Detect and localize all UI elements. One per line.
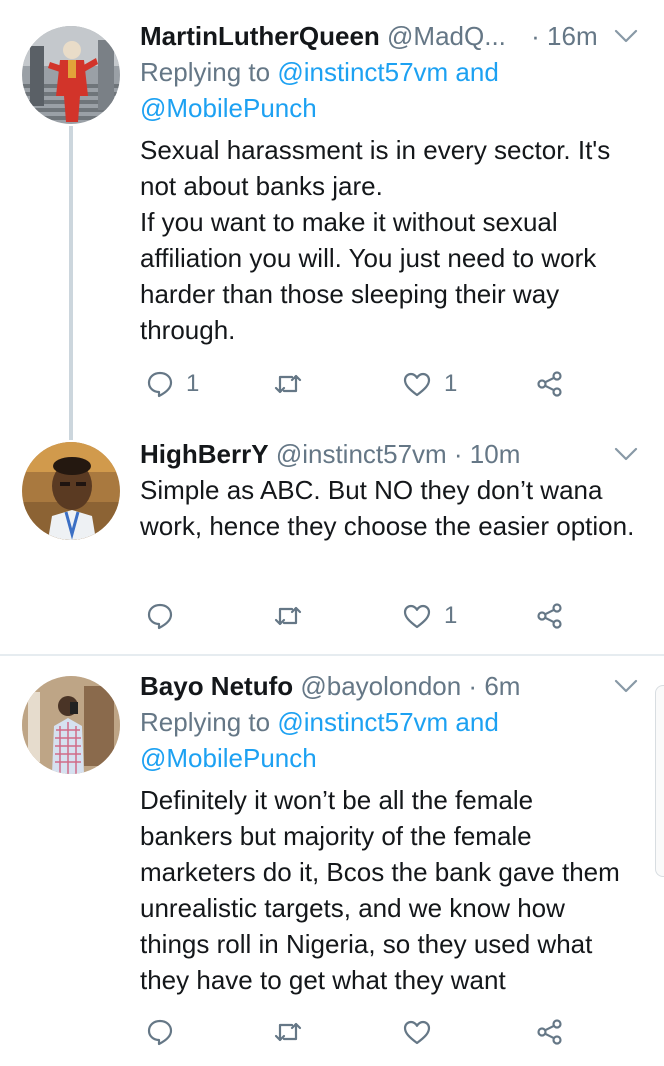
tweet-2[interactable]: HighBerrY @instinct57vm · 10m Simple as … xyxy=(0,439,664,654)
retweet-button[interactable] xyxy=(272,596,316,636)
avatar-image xyxy=(22,26,120,124)
mention-link[interactable]: @MobilePunch xyxy=(140,93,317,123)
share-button[interactable] xyxy=(536,596,564,636)
thread-line xyxy=(69,126,73,440)
mention-link[interactable]: @instinct57vm and xyxy=(277,707,499,737)
tweet-text: Definitely it won’t be all the female ba… xyxy=(140,785,620,995)
heart-icon xyxy=(403,604,431,629)
handle[interactable]: @MadQ... xyxy=(387,21,506,51)
chevron-down-icon[interactable] xyxy=(612,672,640,700)
like-button[interactable]: 1 xyxy=(402,364,457,404)
reply-button[interactable] xyxy=(146,596,186,636)
chevron-down-icon[interactable] xyxy=(612,440,640,468)
like-button[interactable]: 1 xyxy=(402,596,457,636)
tweet-3[interactable]: Bayo Netufo @bayolondon · 6m Replying to… xyxy=(0,656,664,1066)
reply-icon xyxy=(147,371,173,398)
timestamp[interactable]: · 16m xyxy=(531,21,597,51)
replying-to: Replying to @instinct57vm and @MobilePun… xyxy=(140,704,640,776)
handle-and-time[interactable]: @bayolondon · 6m xyxy=(300,671,520,701)
retweet-icon xyxy=(274,606,302,626)
retweet-icon xyxy=(274,1022,302,1042)
share-icon xyxy=(537,603,562,629)
reply-count: 1 xyxy=(186,370,200,397)
reply-button[interactable] xyxy=(146,1012,186,1052)
tweet-actions: 1 xyxy=(140,596,580,636)
reply-icon xyxy=(147,603,173,630)
reply-icon xyxy=(147,1019,173,1046)
tweet-header: Bayo Netufo @bayolondon · 6m xyxy=(140,668,640,704)
replying-to: Replying to @instinct57vm and @MobilePun… xyxy=(140,54,640,126)
avatar-image xyxy=(22,442,120,540)
like-button[interactable] xyxy=(402,1012,444,1052)
tweet-text: Simple as ABC. But NO they don’t wana wo… xyxy=(140,475,635,541)
handle-and-time[interactable]: @instinct57vm · 10m xyxy=(276,439,521,469)
retweet-icon xyxy=(274,374,302,394)
retweet-button[interactable] xyxy=(272,1012,316,1052)
avatar[interactable] xyxy=(22,26,120,124)
tweet-text: Sexual harassment is in every sector. It… xyxy=(140,135,611,345)
avatar[interactable] xyxy=(22,442,120,540)
share-button[interactable] xyxy=(536,364,564,404)
replying-to-prefix: Replying to xyxy=(140,707,278,737)
like-count: 1 xyxy=(444,602,458,629)
share-icon xyxy=(537,1019,562,1045)
mention-link[interactable]: @MobilePunch xyxy=(140,743,317,773)
tweet-header: MartinLutherQueen @MadQ... · 16m xyxy=(140,18,640,54)
tweet-1[interactable]: MartinLutherQueen @MadQ... · 16m Replyin… xyxy=(0,0,664,440)
like-count: 1 xyxy=(444,370,458,397)
display-name[interactable]: MartinLutherQueen xyxy=(140,21,380,51)
tweet-actions: 1 1 xyxy=(140,364,580,404)
retweet-button[interactable] xyxy=(272,364,316,404)
scrollbar[interactable] xyxy=(655,685,664,877)
tweet-header: HighBerrY @instinct57vm · 10m xyxy=(140,436,640,472)
reply-button[interactable]: 1 xyxy=(146,364,199,404)
chevron-down-icon[interactable] xyxy=(612,22,640,50)
display-name[interactable]: HighBerrY xyxy=(140,439,269,469)
avatar[interactable] xyxy=(22,676,120,774)
share-button[interactable] xyxy=(536,1012,564,1052)
replying-to-prefix: Replying to xyxy=(140,57,278,87)
avatar-image xyxy=(22,676,120,774)
share-icon xyxy=(537,371,562,397)
display-name[interactable]: Bayo Netufo xyxy=(140,671,293,701)
mention-link[interactable]: @instinct57vm and xyxy=(277,57,499,87)
heart-icon xyxy=(403,372,431,397)
heart-icon xyxy=(403,1020,431,1045)
tweet-actions xyxy=(140,1012,580,1052)
